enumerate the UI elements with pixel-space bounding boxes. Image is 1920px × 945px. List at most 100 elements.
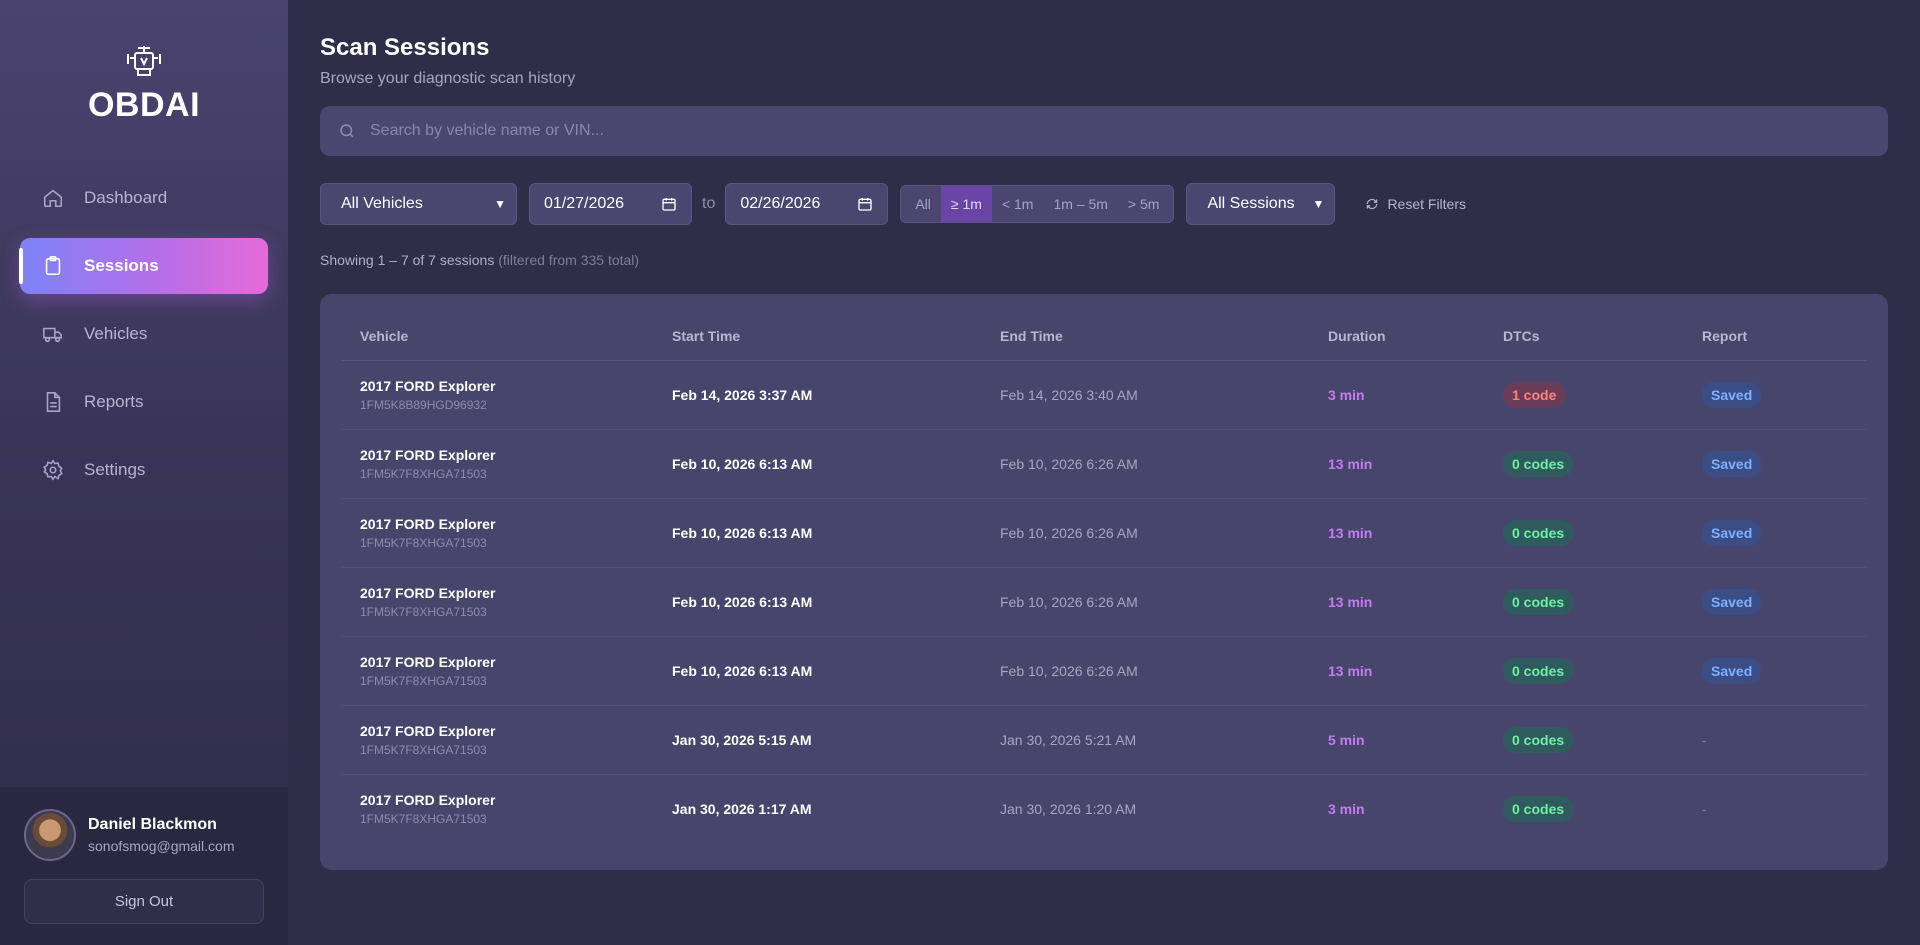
report-cell: Saved bbox=[1684, 567, 1866, 637]
brand-name: OBDAI bbox=[87, 86, 201, 124]
duration-cell: 13 min bbox=[1310, 498, 1485, 568]
avatar[interactable] bbox=[24, 809, 76, 861]
sidebar: OBDAI Dashboard Sessions Vehicles Report… bbox=[0, 0, 288, 945]
dtc-cell: 0 codes bbox=[1485, 498, 1684, 568]
vehicle-cell: 2017 FORD Explorer 1FM5K7F8XHGA71503 bbox=[342, 774, 654, 843]
date-range-separator: to bbox=[702, 195, 716, 212]
vehicle-select-value: All Vehicles bbox=[341, 195, 423, 212]
reset-filters-label: Reset Filters bbox=[1387, 196, 1467, 212]
report-status-badge[interactable]: Saved bbox=[1702, 381, 1762, 408]
sidebar-item-sessions[interactable]: Sessions bbox=[19, 238, 268, 294]
end-time-cell: Jan 30, 2026 5:21 AM bbox=[982, 705, 1310, 775]
duration-option-lt-1m[interactable]: < 1m bbox=[992, 186, 1044, 222]
user-name: Daniel Blackmon bbox=[88, 816, 217, 833]
duration-cell: 3 min bbox=[1310, 360, 1485, 430]
table-row[interactable]: 2017 FORD Explorer 1FM5K7F8XHGA71503 Feb… bbox=[342, 429, 1866, 499]
vehicle-select[interactable]: All Vehicles ▼ bbox=[320, 183, 517, 225]
vehicle-name: 2017 FORD Explorer bbox=[360, 722, 496, 739]
vehicle-name: 2017 FORD Explorer bbox=[360, 446, 496, 463]
column-header-report: Report bbox=[1684, 312, 1866, 361]
start-time-cell: Jan 30, 2026 1:17 AM bbox=[672, 800, 812, 817]
end-time-cell: Feb 10, 2026 6:26 AM bbox=[982, 567, 1310, 637]
table-row[interactable]: 2017 FORD Explorer 1FM5K7F8XHGA71503 Jan… bbox=[342, 705, 1866, 775]
duration-option-gt-5m[interactable]: > 5m bbox=[1118, 186, 1170, 222]
vehicle-cell: 2017 FORD Explorer 1FM5K8B89HGD96932 bbox=[342, 360, 654, 430]
report-cell: Saved bbox=[1684, 498, 1866, 568]
report-status-badge[interactable]: Saved bbox=[1702, 450, 1762, 477]
search-icon bbox=[340, 124, 354, 138]
report-status-badge[interactable]: Saved bbox=[1702, 657, 1762, 684]
sign-out-button[interactable]: Sign Out bbox=[24, 879, 264, 924]
calendar-icon[interactable] bbox=[661, 196, 677, 212]
start-time-cell: Feb 10, 2026 6:13 AM bbox=[654, 636, 982, 706]
chevron-down-icon: ▼ bbox=[494, 197, 506, 211]
date-from-input[interactable]: 01/27/2026 bbox=[529, 183, 692, 225]
report-cell: Saved bbox=[1684, 429, 1866, 499]
duration-cell: 13 min bbox=[1310, 567, 1485, 637]
dtc-badge: 0 codes bbox=[1503, 519, 1574, 546]
dtc-badge: 0 codes bbox=[1503, 450, 1574, 477]
dtc-badge: 0 codes bbox=[1503, 657, 1574, 684]
duration-option-gte-1m[interactable]: ≥ 1m bbox=[940, 186, 992, 222]
end-time-cell: Feb 10, 2026 6:26 AM bbox=[982, 429, 1310, 499]
report-cell: Saved bbox=[1684, 360, 1866, 430]
page-subtitle: Browse your diagnostic scan history bbox=[320, 70, 576, 87]
vehicle-name: 2017 FORD Explorer bbox=[360, 653, 496, 670]
report-status-badge[interactable]: Saved bbox=[1702, 588, 1762, 615]
table-row[interactable]: 2017 FORD Explorer 1FM5K7F8XHGA71503 Feb… bbox=[342, 498, 1866, 568]
table-row[interactable]: 2017 FORD Explorer 1FM5K7F8XHGA71503 Feb… bbox=[342, 567, 1866, 637]
report-empty: - bbox=[1702, 800, 1707, 817]
column-header-duration: Duration bbox=[1310, 312, 1485, 361]
report-cell: - bbox=[1684, 705, 1866, 775]
vehicle-name: 2017 FORD Explorer bbox=[360, 791, 496, 808]
column-header-end-time: End Time bbox=[982, 312, 1310, 361]
clipboard-icon bbox=[42, 255, 64, 277]
dtc-badge: 0 codes bbox=[1503, 588, 1574, 615]
main-content: Scan Sessions Browse your diagnostic sca… bbox=[288, 0, 1920, 945]
table-header-row: Vehicle Start Time End Time Duration DTC… bbox=[342, 312, 1866, 361]
table-row[interactable]: 2017 FORD Explorer 1FM5K8B89HGD96932 Feb… bbox=[342, 360, 1866, 430]
user-info: Daniel Blackmon sonofsmog@gmail.com bbox=[24, 809, 264, 861]
search-bar[interactable] bbox=[320, 106, 1888, 156]
vehicle-cell: 2017 FORD Explorer 1FM5K7F8XHGA71503 bbox=[342, 498, 654, 568]
start-time-cell: Jan 30, 2026 5:15 AM bbox=[654, 705, 982, 775]
end-time-cell: Feb 14, 2026 3:40 AM bbox=[982, 360, 1310, 430]
vehicle-cell: 2017 FORD Explorer 1FM5K7F8XHGA71503 bbox=[342, 429, 654, 499]
table-row[interactable]: 2017 FORD Explorer 1FM5K7F8XHGA71503 Jan… bbox=[342, 774, 1866, 843]
vehicle-vin: 1FM5K7F8XHGA71503 bbox=[360, 604, 487, 619]
sessions-table-card: Vehicle Start Time End Time Duration DTC… bbox=[320, 294, 1888, 870]
brand-logo[interactable]: OBDAI bbox=[0, 0, 288, 150]
sidebar-item-vehicles[interactable]: Vehicles bbox=[20, 306, 268, 362]
date-to-value: 02/26/2026 bbox=[740, 195, 821, 212]
duration-option-1m-5m[interactable]: 1m – 5m bbox=[1043, 186, 1117, 222]
end-time-cell: Feb 10, 2026 6:26 AM bbox=[982, 636, 1310, 706]
date-to-input[interactable]: 02/26/2026 bbox=[725, 183, 889, 225]
sessions-table: Vehicle Start Time End Time Duration DTC… bbox=[342, 312, 1866, 843]
results-summary: Showing 1 – 7 of 7 sessions (filtered fr… bbox=[320, 252, 1888, 268]
sessions-select[interactable]: All Sessions ▼ bbox=[1186, 183, 1336, 225]
start-time-cell: Feb 10, 2026 6:13 AM bbox=[654, 429, 982, 499]
sidebar-item-dashboard[interactable]: Dashboard bbox=[20, 170, 268, 226]
page-title: Scan Sessions bbox=[320, 34, 490, 61]
sidebar-item-settings[interactable]: Settings bbox=[20, 442, 268, 498]
vehicle-cell: 2017 FORD Explorer 1FM5K7F8XHGA71503 bbox=[342, 567, 654, 637]
vehicle-vin: 1FM5K7F8XHGA71503 bbox=[360, 673, 487, 688]
duration-cell: 13 min bbox=[1310, 636, 1485, 706]
report-empty: - bbox=[1702, 731, 1707, 748]
dtc-cell: 0 codes bbox=[1485, 429, 1684, 499]
user-panel: Daniel Blackmon sonofsmog@gmail.com Sign… bbox=[0, 787, 288, 945]
vehicle-cell: 2017 FORD Explorer 1FM5K7F8XHGA71503 bbox=[342, 705, 654, 775]
reset-filters-button[interactable]: Reset Filters bbox=[1365, 196, 1466, 212]
report-status-badge[interactable]: Saved bbox=[1702, 519, 1762, 546]
search-input[interactable] bbox=[370, 122, 1770, 140]
gear-icon bbox=[42, 459, 64, 481]
duration-cell: 3 min bbox=[1328, 800, 1365, 817]
duration-option-all[interactable]: All bbox=[905, 186, 941, 222]
sidebar-nav: Dashboard Sessions Vehicles Reports Sett… bbox=[0, 170, 288, 510]
table-row[interactable]: 2017 FORD Explorer 1FM5K7F8XHGA71503 Feb… bbox=[342, 636, 1866, 706]
column-header-vehicle: Vehicle bbox=[342, 312, 654, 361]
column-header-start-time: Start Time bbox=[654, 312, 982, 361]
start-time-cell: Feb 10, 2026 6:13 AM bbox=[654, 567, 982, 637]
calendar-icon[interactable] bbox=[857, 196, 873, 212]
sidebar-item-reports[interactable]: Reports bbox=[20, 374, 268, 430]
